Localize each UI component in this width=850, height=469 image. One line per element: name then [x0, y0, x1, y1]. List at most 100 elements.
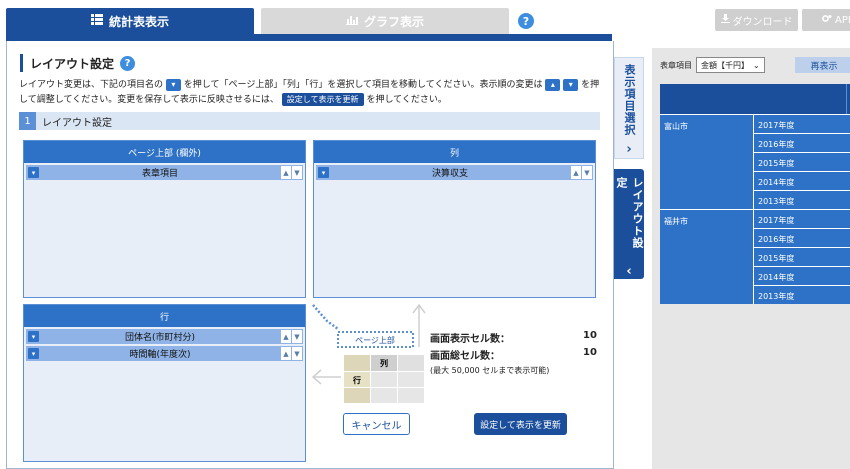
mini-cell: [371, 388, 397, 403]
page-top-header: ページ上部 (欄外): [24, 141, 305, 163]
panel-title: レイアウト設定 ?: [20, 54, 136, 72]
move-down-button[interactable]: ▼: [582, 166, 592, 179]
layout-diagram: ページ上部 列 行: [312, 303, 426, 403]
layout-item[interactable]: ▾ 表章項目 ▲ ▼: [26, 165, 303, 180]
move-up-button[interactable]: ▲: [281, 347, 291, 360]
tab-graph-label: グラフ表示: [363, 14, 424, 29]
max-cells-note: (最大 50,000 セルまで表示可能): [430, 366, 550, 375]
filter-select[interactable]: 金額【千円】 ⌄: [696, 57, 765, 73]
diagram-row-label: 行: [352, 375, 361, 385]
apply-layout-button[interactable]: 設定して表示を更新: [474, 413, 567, 435]
table-filter: 表章項目 金額【千円】 ⌄: [660, 56, 765, 74]
item-select-tab-label: 表示項目選択: [623, 64, 636, 136]
table-row: 2013年度: [753, 285, 850, 304]
apply-button-sample: 設定して表示を更新: [281, 93, 364, 106]
instruction-text: を押して「ページ上部」「列」「行」を選択して項目を移動してください。表示順の変更…: [183, 80, 543, 90]
download-button[interactable]: ダウンロード: [715, 9, 798, 31]
total-cells-value: 10: [583, 347, 597, 358]
gears-icon: [822, 14, 832, 26]
chevron-right-icon: ›: [626, 142, 632, 157]
help-icon[interactable]: ?: [518, 13, 534, 29]
columns-dropzone[interactable]: 列 ▾ 決算収支 ▲ ▼: [313, 140, 596, 298]
api-label: API: [835, 14, 850, 26]
table-row: 2014年度: [753, 266, 850, 285]
table-row: 2017年度: [753, 209, 850, 228]
refresh-button[interactable]: 再表示: [795, 57, 850, 73]
layout-tab-label: レイアウト設定: [615, 177, 644, 249]
layout-item-label: 表章項目: [141, 169, 178, 179]
chevron-down-icon[interactable]: ▾: [28, 348, 39, 359]
layout-instructions: レイアウト変更は、下記の項目名の ▾ を押して「ページ上部」「列」「行」を選択し…: [19, 78, 607, 108]
move-up-button[interactable]: ▲: [281, 166, 291, 179]
section-header: 1 レイアウト設定: [19, 112, 600, 130]
bar-chart-icon: [345, 14, 358, 28]
rows-header: 行: [24, 305, 305, 327]
move-down-button[interactable]: ▼: [292, 166, 302, 179]
layout-item[interactable]: ▾ 決算収支 ▲ ▼: [316, 165, 593, 180]
layout-settings-panel: レイアウト設定 ? レイアウト変更は、下記の項目名の ▾ を押して「ページ上部」…: [6, 41, 614, 469]
filter-select-value: 金額【千円】: [701, 60, 749, 70]
top-bar: 統計表表示 グラフ表示 ? ダウンロード API: [0, 0, 850, 34]
move-down-button[interactable]: ▼: [292, 347, 302, 360]
panel-title-text: レイアウト設定: [30, 56, 115, 71]
layout-item-label: 決算収支: [431, 169, 468, 179]
table-row: 2014年度: [753, 171, 850, 190]
api-button[interactable]: API: [802, 9, 850, 31]
total-cells-label: 画面総セル数：: [430, 351, 500, 362]
filter-label: 表章項目: [660, 60, 692, 70]
chevron-left-icon: ‹: [626, 264, 632, 279]
mini-cell: [344, 388, 370, 403]
chevron-down-icon: ⌄: [753, 60, 760, 70]
cancel-button[interactable]: キャンセル: [343, 413, 410, 435]
tab-table-view[interactable]: 統計表表示: [6, 8, 254, 34]
section-number: 1: [19, 112, 36, 130]
screen-cells-label: 画面表示セル数：: [430, 334, 510, 345]
mini-cell: [371, 372, 397, 387]
table-row: 2017年度: [753, 114, 850, 133]
row-arrow-graphic: [311, 369, 341, 385]
move-up-button[interactable]: ▲: [281, 330, 291, 343]
layout-item-label: 団体名(市町村分): [124, 333, 196, 343]
help-icon[interactable]: ?: [120, 55, 136, 71]
layout-item-label: 時間軸(年度次): [129, 350, 191, 360]
table-row: 2016年度: [753, 228, 850, 247]
diagram-col-label: 列: [380, 358, 388, 368]
chevron-down-icon[interactable]: ▾: [28, 167, 39, 178]
move-down-button[interactable]: ▼: [292, 330, 302, 343]
download-label: ダウンロード: [732, 16, 793, 28]
table-row: 2015年度: [753, 152, 850, 171]
table-row: 2013年度: [753, 190, 850, 209]
instruction-text: を押してください。: [366, 95, 447, 105]
move-up-button[interactable]: ▲: [571, 166, 581, 179]
instruction-text: レイアウト変更は、下記の項目名の: [19, 80, 164, 90]
layout-item[interactable]: ▾ 団体名(市町村分) ▲ ▼: [26, 329, 303, 344]
table-row-header: 福井市: [660, 209, 753, 304]
diagram-page-top-label: ページ上部: [355, 335, 395, 345]
chevron-down-icon: ▾: [165, 78, 181, 91]
chevron-down-icon[interactable]: ▾: [28, 331, 39, 342]
table-header-row: [660, 84, 850, 114]
mini-cell: [398, 355, 424, 371]
screen-cells-value: 10: [583, 330, 597, 341]
page-top-arrow: [312, 304, 339, 331]
page-top-dropzone[interactable]: ページ上部 (欄外) ▾ 表章項目 ▲ ▼: [23, 140, 306, 298]
mini-cell: [398, 372, 424, 387]
mini-cell: [344, 355, 370, 371]
item-select-side-tab[interactable]: 表示項目選択 ›: [614, 57, 644, 159]
table-row-header: 富山市: [660, 114, 753, 209]
section-title: レイアウト設定: [42, 117, 112, 129]
columns-header: 列: [314, 141, 595, 163]
tab-graph-view[interactable]: グラフ表示: [261, 8, 509, 34]
download-icon: [720, 14, 730, 26]
chevron-down-icon: ▾: [563, 78, 579, 91]
rows-dropzone[interactable]: 行 ▾ 団体名(市町村分) ▲ ▼ ▾ 時間軸(年度次) ▲ ▼: [23, 304, 306, 462]
layout-side-tab[interactable]: レイアウト設定 ‹: [614, 169, 644, 279]
table-header-divider: [846, 84, 847, 114]
chevron-up-icon: ▴: [545, 78, 561, 91]
chevron-down-icon[interactable]: ▾: [318, 167, 329, 178]
table-row: 2015年度: [753, 247, 850, 266]
table-icon: [90, 14, 103, 28]
mini-cell: [398, 388, 424, 403]
tab-table-label: 統計表表示: [108, 14, 169, 29]
layout-item[interactable]: ▾ 時間軸(年度次) ▲ ▼: [26, 346, 303, 361]
